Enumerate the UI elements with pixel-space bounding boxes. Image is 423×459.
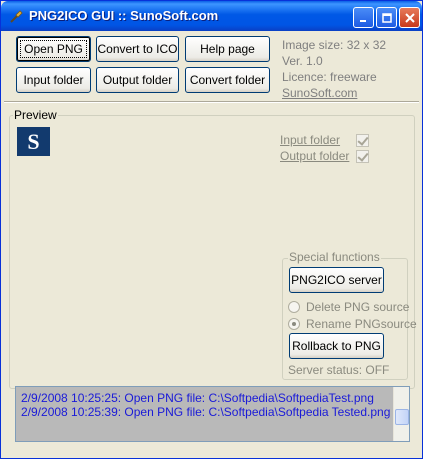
close-icon: [404, 12, 415, 23]
delete-png-source-option[interactable]: Delete PNG source: [288, 299, 409, 315]
licence-text: Licence: freeware: [282, 70, 377, 84]
log-scrollbar[interactable]: [393, 387, 409, 441]
input-folder-checkbox[interactable]: [356, 133, 369, 147]
minimize-icon: [359, 19, 366, 22]
sunosoft-link[interactable]: SunoSoft.com: [282, 85, 386, 101]
server-status-text: Server status: OFF: [288, 363, 390, 377]
delete-png-source-label: Delete PNG source: [306, 300, 410, 314]
output-folder-checkbox-label: Output folder: [280, 149, 350, 163]
log-entry: 2/9/2008 10:25:25: Open PNG file: C:\Sof…: [21, 391, 374, 405]
input-folder-option[interactable]: Input folder: [280, 132, 369, 148]
maximize-icon: [381, 12, 392, 23]
version-text: Ver. 1.0: [282, 54, 323, 68]
png2ico-server-button[interactable]: PNG2ICO server: [289, 267, 384, 293]
open-png-button[interactable]: Open PNG: [16, 36, 91, 62]
log-list[interactable]: 2/9/2008 10:25:25: Open PNG file: C:\Sof…: [15, 386, 410, 442]
client-area: Open PNG Convert to ICO Help page Input …: [4, 31, 419, 456]
preview-label: Preview: [13, 108, 58, 122]
app-window: PNG2ICO GUI :: SunoSoft.com Open PNG Con…: [0, 0, 423, 459]
log-entry: 2/9/2008 10:25:39: Open PNG file: C:\Sof…: [21, 405, 391, 419]
title-bar[interactable]: PNG2ICO GUI :: SunoSoft.com: [1, 1, 422, 31]
special-functions-label: Special functions: [288, 250, 381, 264]
convert-folder-button[interactable]: Convert folder: [185, 67, 270, 93]
top-divider: [4, 101, 419, 103]
maximize-button[interactable]: [376, 7, 397, 28]
window-title: PNG2ICO GUI :: SunoSoft.com: [29, 8, 219, 23]
image-size-text: Image size: 32 x 32: [282, 38, 387, 52]
rename-png-source-option[interactable]: Rename PNGsource: [288, 316, 417, 332]
rename-png-source-label: Rename PNGsource: [306, 317, 417, 331]
help-page-button[interactable]: Help page: [185, 36, 270, 62]
convert-to-ico-button[interactable]: Convert to ICO: [96, 36, 179, 62]
input-folder-checkbox-label: Input folder: [280, 133, 341, 147]
png-preview-image: S: [17, 127, 50, 156]
rename-png-source-radio[interactable]: [288, 318, 300, 330]
output-folder-option[interactable]: Output folder: [280, 148, 369, 164]
scrollbar-thumb[interactable]: [395, 409, 409, 425]
output-folder-checkbox[interactable]: [356, 149, 369, 163]
rollback-to-png-button[interactable]: Rollback to PNG: [289, 333, 384, 359]
close-button[interactable]: [399, 7, 420, 28]
info-panel: Image size: 32 x 32 Ver. 1.0 Licence: fr…: [282, 37, 386, 101]
delete-png-source-radio[interactable]: [288, 301, 300, 313]
output-folder-button[interactable]: Output folder: [96, 67, 179, 93]
minimize-button[interactable]: [353, 7, 374, 28]
input-folder-button[interactable]: Input folder: [16, 67, 91, 93]
app-icon: [10, 10, 23, 23]
